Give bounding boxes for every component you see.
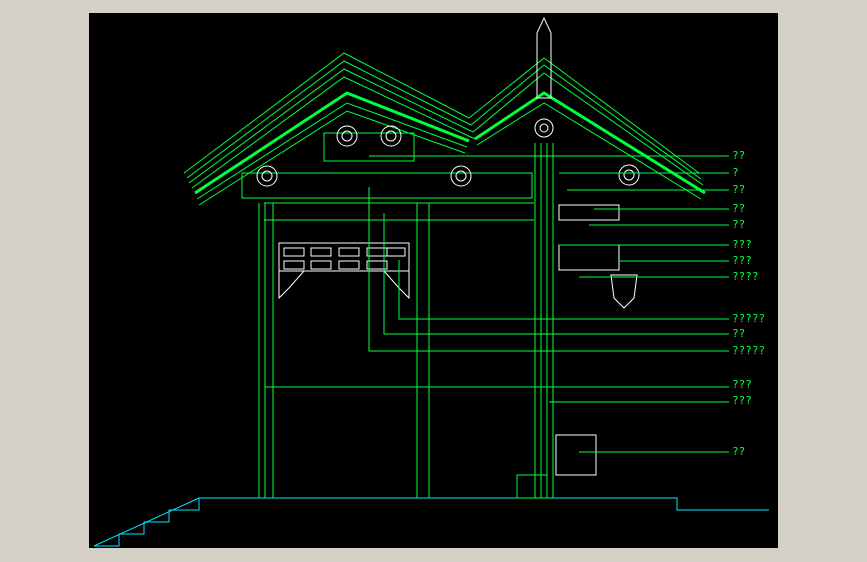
carved-panel [558, 204, 620, 221]
callout-label-12: ??? [732, 378, 752, 391]
right-roof [468, 57, 706, 200]
callout-label-11: ????? [732, 344, 766, 357]
hanging-lantern [610, 274, 638, 309]
purlin-end [336, 125, 358, 147]
callout-label-6: ??? [732, 238, 752, 251]
purlin-end [380, 125, 402, 147]
callout-label-9: ????? [732, 312, 766, 325]
callout-label-7: ??? [732, 254, 752, 267]
main-beam [241, 172, 533, 199]
purlin-end [618, 164, 640, 186]
right-column [534, 143, 554, 498]
carved-bracket [558, 244, 620, 271]
purlin-end [534, 118, 554, 138]
left-bracket [278, 270, 306, 300]
left-column [258, 203, 274, 498]
right-bracket [382, 270, 410, 300]
callout-label-2: ? [732, 166, 739, 179]
cad-drawing-canvas [93, 16, 769, 547]
callout-label-3: ?? [732, 183, 746, 196]
step-slope [93, 497, 200, 547]
callout-label-5: ?? [732, 218, 746, 231]
callout-label-10: ?? [732, 327, 746, 340]
cad-drawing-viewport[interactable]: ?? ? ?? ?? ?? ??? ??? ???? ????? ?? ????… [89, 13, 778, 548]
lattice-panel [278, 242, 410, 272]
callout-label-13: ??? [732, 394, 752, 407]
callout-label-8: ???? [732, 270, 759, 283]
base-block [555, 434, 597, 476]
callout-label-14: ?? [732, 445, 746, 458]
callout-label-4: ?? [732, 202, 746, 215]
left-roof [183, 52, 476, 206]
ground-line [199, 497, 769, 511]
callout-label-1: ?? [732, 149, 746, 162]
purlin-end [256, 165, 278, 187]
purlin-end [450, 165, 472, 187]
